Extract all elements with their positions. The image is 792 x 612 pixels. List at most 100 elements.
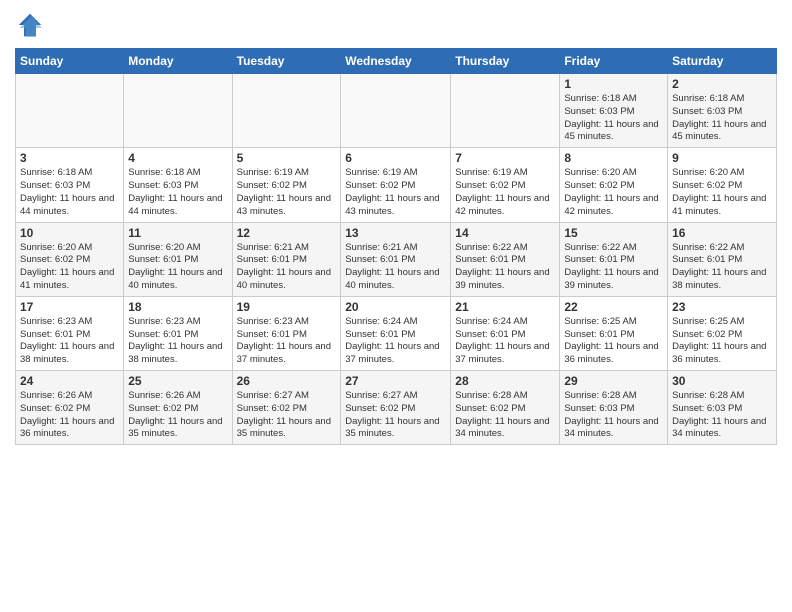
day-info: Sunrise: 6:28 AM Sunset: 6:03 PM Dayligh… <box>672 390 772 441</box>
day-info: Sunrise: 6:24 AM Sunset: 6:01 PM Dayligh… <box>455 316 555 367</box>
day-info: Sunrise: 6:20 AM Sunset: 6:01 PM Dayligh… <box>128 242 227 293</box>
day-of-week-header: Monday <box>124 49 232 74</box>
calendar-cell: 13 Sunrise: 6:21 AM Sunset: 6:01 PM Dayli… <box>341 222 451 296</box>
calendar: SundayMondayTuesdayWednesdayThursdayFrid… <box>15 48 777 445</box>
day-of-week-header: Saturday <box>668 49 777 74</box>
day-number: 1 <box>564 77 663 91</box>
calendar-cell: 10 Sunrise: 6:20 AM Sunset: 6:02 PM Dayli… <box>16 222 124 296</box>
day-number: 12 <box>237 226 337 240</box>
day-number: 28 <box>455 374 555 388</box>
calendar-cell: 26 Sunrise: 6:27 AM Sunset: 6:02 PM Dayli… <box>232 371 341 445</box>
day-info: Sunrise: 6:20 AM Sunset: 6:02 PM Dayligh… <box>20 242 119 293</box>
day-number: 2 <box>672 77 772 91</box>
day-number: 20 <box>345 300 446 314</box>
day-number: 9 <box>672 151 772 165</box>
day-info: Sunrise: 6:23 AM Sunset: 6:01 PM Dayligh… <box>237 316 337 367</box>
day-info: Sunrise: 6:19 AM Sunset: 6:02 PM Dayligh… <box>345 167 446 218</box>
day-number: 18 <box>128 300 227 314</box>
day-number: 15 <box>564 226 663 240</box>
page: SundayMondayTuesdayWednesdayThursdayFrid… <box>0 0 792 612</box>
calendar-cell: 27 Sunrise: 6:27 AM Sunset: 6:02 PM Dayli… <box>341 371 451 445</box>
day-number: 23 <box>672 300 772 314</box>
day-info: Sunrise: 6:25 AM Sunset: 6:01 PM Dayligh… <box>564 316 663 367</box>
day-of-week-header: Friday <box>560 49 668 74</box>
calendar-cell: 24 Sunrise: 6:26 AM Sunset: 6:02 PM Dayli… <box>16 371 124 445</box>
calendar-header-row: SundayMondayTuesdayWednesdayThursdayFrid… <box>16 49 777 74</box>
calendar-cell: 17Sunrise: 6:23 AM Sunset: 6:01 PM Dayli… <box>16 296 124 370</box>
calendar-week-row: 24 Sunrise: 6:26 AM Sunset: 6:02 PM Dayli… <box>16 371 777 445</box>
calendar-week-row: 1 Sunrise: 6:18 AM Sunset: 6:03 PM Daylig… <box>16 74 777 148</box>
calendar-cell: 11 Sunrise: 6:20 AM Sunset: 6:01 PM Dayli… <box>124 222 232 296</box>
day-number: 4 <box>128 151 227 165</box>
calendar-cell: 25 Sunrise: 6:26 AM Sunset: 6:02 PM Dayli… <box>124 371 232 445</box>
day-info: Sunrise: 6:20 AM Sunset: 6:02 PM Dayligh… <box>672 167 772 218</box>
calendar-cell: 7 Sunrise: 6:19 AM Sunset: 6:02 PM Daylig… <box>451 148 560 222</box>
calendar-cell: 18 Sunrise: 6:23 AM Sunset: 6:01 PM Dayli… <box>124 296 232 370</box>
calendar-cell <box>16 74 124 148</box>
day-number: 14 <box>455 226 555 240</box>
day-number: 11 <box>128 226 227 240</box>
calendar-cell: 3 Sunrise: 6:18 AM Sunset: 6:03 PM Daylig… <box>16 148 124 222</box>
day-info: Sunrise: 6:21 AM Sunset: 6:01 PM Dayligh… <box>345 242 446 293</box>
calendar-cell: 8 Sunrise: 6:20 AM Sunset: 6:02 PM Daylig… <box>560 148 668 222</box>
day-info: Sunrise: 6:22 AM Sunset: 6:01 PM Dayligh… <box>672 242 772 293</box>
day-info: Sunrise: 6:24 AM Sunset: 6:01 PM Dayligh… <box>345 316 446 367</box>
calendar-cell: 21Sunrise: 6:24 AM Sunset: 6:01 PM Dayli… <box>451 296 560 370</box>
day-info: Sunrise: 6:25 AM Sunset: 6:02 PM Dayligh… <box>672 316 772 367</box>
day-info: Sunrise: 6:19 AM Sunset: 6:02 PM Dayligh… <box>237 167 337 218</box>
day-info: Sunrise: 6:27 AM Sunset: 6:02 PM Dayligh… <box>345 390 446 441</box>
day-number: 30 <box>672 374 772 388</box>
day-number: 26 <box>237 374 337 388</box>
calendar-cell: 16 Sunrise: 6:22 AM Sunset: 6:01 PM Dayli… <box>668 222 777 296</box>
day-number: 3 <box>20 151 119 165</box>
logo-icon <box>15 10 45 40</box>
day-info: Sunrise: 6:26 AM Sunset: 6:02 PM Dayligh… <box>128 390 227 441</box>
day-info: Sunrise: 6:27 AM Sunset: 6:02 PM Dayligh… <box>237 390 337 441</box>
calendar-cell: 9 Sunrise: 6:20 AM Sunset: 6:02 PM Daylig… <box>668 148 777 222</box>
calendar-cell: 1 Sunrise: 6:18 AM Sunset: 6:03 PM Daylig… <box>560 74 668 148</box>
calendar-cell <box>451 74 560 148</box>
day-number: 13 <box>345 226 446 240</box>
day-number: 27 <box>345 374 446 388</box>
calendar-cell <box>341 74 451 148</box>
day-of-week-header: Wednesday <box>341 49 451 74</box>
calendar-cell: 14 Sunrise: 6:22 AM Sunset: 6:01 PM Dayli… <box>451 222 560 296</box>
day-info: Sunrise: 6:23 AM Sunset: 6:01 PM Dayligh… <box>128 316 227 367</box>
day-of-week-header: Thursday <box>451 49 560 74</box>
calendar-cell: 4Sunrise: 6:18 AM Sunset: 6:03 PM Daylig… <box>124 148 232 222</box>
day-number: 24 <box>20 374 119 388</box>
day-info: Sunrise: 6:20 AM Sunset: 6:02 PM Dayligh… <box>564 167 663 218</box>
day-number: 10 <box>20 226 119 240</box>
day-of-week-header: Tuesday <box>232 49 341 74</box>
calendar-week-row: 17 Sunrise: 6:23 AM Sunset: 6:01 PM Dayli… <box>16 296 777 370</box>
calendar-cell <box>124 74 232 148</box>
day-number: 6 <box>345 151 446 165</box>
day-info: Sunrise: 6:18 AM Sunset: 6:03 PM Dayligh… <box>672 93 772 144</box>
header <box>15 10 777 40</box>
calendar-cell <box>232 74 341 148</box>
day-number: 16 <box>672 226 772 240</box>
day-number: 8 <box>564 151 663 165</box>
calendar-cell: 12 Sunrise: 6:21 AM Sunset: 6:01 PM Dayli… <box>232 222 341 296</box>
day-info: Sunrise: 6:19 AM Sunset: 6:02 PM Dayligh… <box>455 167 555 218</box>
day-info: Sunrise: 6:18 AM Sunset: 6:03 PM Dayligh… <box>564 93 663 144</box>
day-info: Sunrise: 6:26 AM Sunset: 6:02 PM Dayligh… <box>20 390 119 441</box>
day-info: Sunrise: 6:21 AM Sunset: 6:01 PM Dayligh… <box>237 242 337 293</box>
calendar-cell: 19Sunrise: 6:23 AM Sunset: 6:01 PM Dayli… <box>232 296 341 370</box>
day-info: Sunrise: 6:28 AM Sunset: 6:02 PM Dayligh… <box>455 390 555 441</box>
calendar-cell: 23 Sunrise: 6:25 AM Sunset: 6:02 PM Dayli… <box>668 296 777 370</box>
calendar-cell: 15Sunrise: 6:22 AM Sunset: 6:01 PM Dayli… <box>560 222 668 296</box>
day-info: Sunrise: 6:18 AM Sunset: 6:03 PM Dayligh… <box>20 167 119 218</box>
day-number: 29 <box>564 374 663 388</box>
day-number: 25 <box>128 374 227 388</box>
day-number: 7 <box>455 151 555 165</box>
day-info: Sunrise: 6:22 AM Sunset: 6:01 PM Dayligh… <box>455 242 555 293</box>
calendar-cell: 22 Sunrise: 6:25 AM Sunset: 6:01 PM Dayli… <box>560 296 668 370</box>
calendar-cell: 2 Sunrise: 6:18 AM Sunset: 6:03 PM Daylig… <box>668 74 777 148</box>
day-number: 17 <box>20 300 119 314</box>
day-number: 22 <box>564 300 663 314</box>
calendar-cell: 29Sunrise: 6:28 AM Sunset: 6:03 PM Dayli… <box>560 371 668 445</box>
day-number: 5 <box>237 151 337 165</box>
calendar-cell: 28 Sunrise: 6:28 AM Sunset: 6:02 PM Dayli… <box>451 371 560 445</box>
calendar-cell: 20 Sunrise: 6:24 AM Sunset: 6:01 PM Dayli… <box>341 296 451 370</box>
